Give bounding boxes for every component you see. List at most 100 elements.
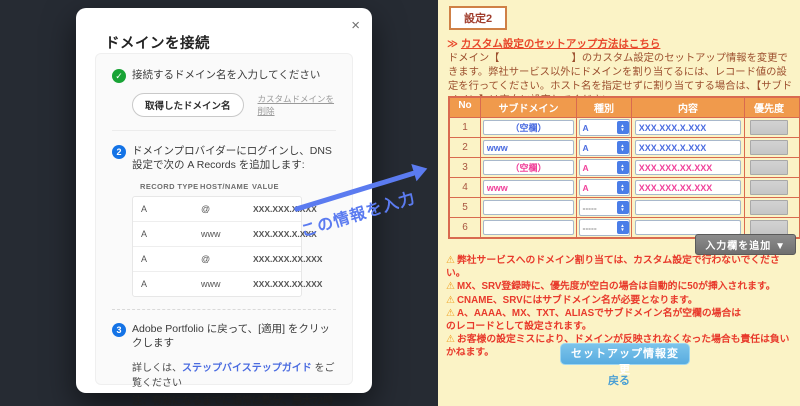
divider-dashed [112,309,336,310]
table-row: 5 ----- [450,197,799,217]
priority-field [750,220,788,235]
type-select[interactable]: A [578,159,630,176]
divider [112,130,336,131]
add-row-button[interactable]: 入力欄を追加 ▼ [695,234,796,255]
select-stepper-icon [616,201,629,214]
step-2: 2 ドメインプロバイダーにログインし、DNS 設定で次の A Records を… [112,144,336,172]
select-stepper-icon [616,121,629,134]
row-number: 3 [462,162,468,173]
content-input[interactable] [634,200,742,215]
content-input[interactable] [634,160,742,175]
setup-guide-link[interactable]: カスタム設定のセットアップ方法はこちら [461,38,661,50]
priority-field [750,180,788,195]
type-select-value: A [582,182,589,193]
dns-host: www [201,279,221,289]
subdomain-input[interactable] [482,120,575,135]
step3-number-icon: 3 [112,323,126,337]
activation-note: 注：有効になるまでに通常は数分、最大72時間かかります。 [132,396,334,406]
col-no: No [450,98,481,117]
subdomain-input[interactable] [482,140,575,155]
dns-type: A [141,279,148,289]
content-input[interactable] [634,220,742,235]
dns-row: A @ XXX.XXX.X.XXX [133,197,317,222]
subdomain-input[interactable] [482,220,575,235]
change-setup-info-button[interactable]: セットアップ情報変更 [560,343,690,376]
table-row: 2 A [450,137,799,157]
type-select-value: A [582,142,589,153]
type-select[interactable]: A [578,179,630,196]
col-subdomain: サブドメイン [481,98,577,117]
acquired-domain-button[interactable]: 取得したドメイン名 [132,93,244,117]
type-select-value: ----- [582,222,597,233]
type-select-value: A [582,122,589,133]
type-select[interactable]: ----- [578,199,630,216]
type-select[interactable]: ----- [578,219,630,236]
dns-records-table: RECORD TYPE HOST/NAME VALUE A @ XXX.XXX.… [132,182,322,297]
back-link[interactable]: 戻る [438,372,800,388]
warning-item: ⚠ CNAME、SRVにはサブドメイン名が必要となります。 [446,295,796,308]
warning-text: CNAME、SRVにはサブドメイン名が必要となります。 [456,294,698,306]
priority-field [750,120,788,135]
warning-text: 弊社サービスへのドメイン割り当ては、カスタム設定で行わないでください。 [446,255,780,279]
step-1: ✓ 接続するドメイン名を入力してください [112,68,336,83]
warning-icon: ⚠ [446,281,455,292]
step3-detail: 詳しくは、ステップバイステップガイド をご覧ください [132,359,336,389]
content-input[interactable] [634,140,742,155]
col-type: 種別 [577,98,632,117]
dns-host: @ [201,204,211,214]
dns-row: A www XXX.XXX.XX.XXX [133,272,322,296]
warning-item: ⚠ 弊社サービスへのドメイン割り当ては、カスタム設定で行わないでください。 [446,255,796,280]
table-row: 3 A [450,157,799,177]
dns-col-record-type: RECORD TYPE [140,182,199,191]
content-input[interactable] [634,120,742,135]
priority-field [750,200,788,215]
table-row: 4 A [450,177,799,197]
warning-icon: ⚠ [446,255,455,266]
select-stepper-icon [616,141,629,154]
dns-type: A [141,204,148,214]
type-select[interactable]: A [578,139,630,156]
dns-col-value: VALUE [252,182,279,191]
select-stepper-icon [616,161,629,174]
type-select-value: ----- [582,202,597,213]
config-badge: 設定2 [449,6,508,30]
step-3: 3 Adobe Portfolio に戻って、[適用] をクリックします [112,322,336,350]
step3-text: Adobe Portfolio に戻って、[適用] をクリックします [132,323,330,349]
close-icon[interactable]: × [351,18,360,33]
subdomain-input[interactable] [482,180,575,195]
select-stepper-icon [616,181,629,194]
table-header-row: No サブドメイン 種別 内容 優先度 [450,98,799,117]
type-select[interactable]: A [578,119,630,136]
step2-number-icon: 2 [112,145,126,159]
remove-custom-domain-link[interactable]: カスタムドメインを削除 [258,93,336,117]
content-input[interactable] [634,180,742,195]
warning-text: MX、SRV登録時に、優先度が空白の場合は自動的に50が挿入されます。 [456,281,776,292]
setup-guide-link-row: ≫ カスタム設定のセットアップ方法はこちら [447,36,660,51]
step-guide-link[interactable]: ステップバイステップガイド [182,363,312,374]
warning-item: ⚠ MX、SRV登録時に、優先度が空白の場合は自動的に50が挿入されます。 [446,281,796,294]
row-number: 4 [462,182,468,193]
row-number: 6 [462,222,468,233]
warning-item: ⚠ A、AAAA、MX、TXT、ALIASでサブドメイン名が空欄の場合は のレコー… [446,308,800,333]
row-number: 2 [462,142,468,153]
row-number: 1 [462,122,468,133]
step1-text: 接続するドメイン名を入力してください [132,69,321,81]
warning-icon: ⚠ [446,308,455,319]
select-stepper-icon [616,221,629,234]
modal-title: ドメインを接続 [105,36,210,52]
dns-host: @ [201,254,211,264]
dns-type: A [141,254,148,264]
warning-icon: ⚠ [446,334,455,345]
detail-prefix: 詳しくは、 [132,363,182,374]
priority-field [750,140,788,155]
dns-value: XXX.XXX.XX.XXX [253,279,323,289]
col-priority: 優先度 [754,104,784,115]
record-settings-table: No サブドメイン 種別 内容 優先度 1 A 2 A 3 [448,96,800,239]
subdomain-input[interactable] [482,200,575,215]
subdomain-input[interactable] [482,160,575,175]
table-row: 1 A [450,117,799,137]
dns-row: A www XXX.XXX.X.XXX [133,222,317,247]
priority-field [750,160,788,175]
check-icon: ✓ [112,69,126,83]
step2-text: ドメインプロバイダーにログインし、DNS 設定で次の A Records を追加… [132,145,332,171]
